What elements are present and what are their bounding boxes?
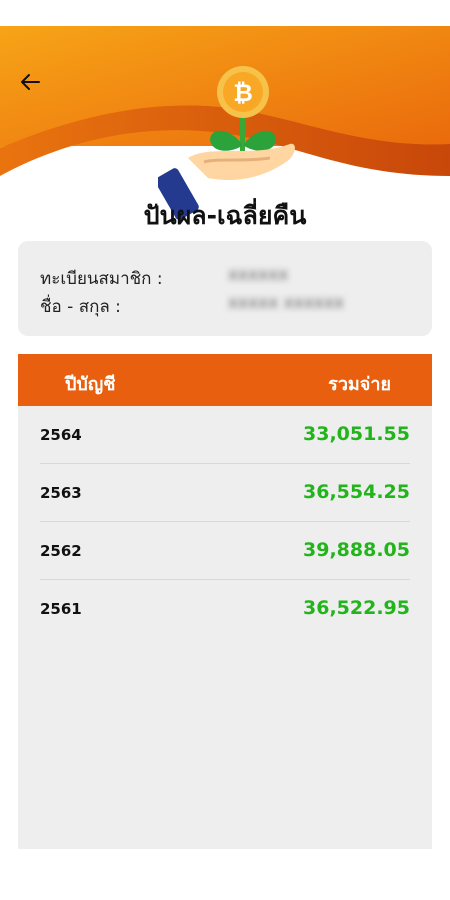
column-header-total: รวมจ่าย: [328, 374, 391, 395]
arrow-left-icon: [21, 74, 40, 90]
registration-value: xxxxxx: [228, 265, 289, 285]
row-year: 2561: [40, 600, 82, 618]
name-label: ชื่อ - สกุล :: [40, 297, 121, 317]
dividend-table: ปีบัญชี รวมจ่าย 2564 33,051.55 2563 36,5…: [18, 354, 432, 849]
table-header: ปีบัญชี รวมจ่าย: [18, 354, 432, 406]
page-title: ปันผล-เฉลี่ยคืน: [143, 201, 307, 230]
row-amount: 36,554.25: [303, 481, 410, 503]
table-row[interactable]: 2563 36,554.25: [40, 464, 410, 522]
table-row[interactable]: 2562 39,888.05: [40, 522, 410, 580]
header-banner: ₿: [0, 26, 450, 220]
row-year: 2564: [40, 426, 82, 444]
bitcoin-coin-icon: ₿: [217, 66, 269, 118]
name-value: xxxxx xxxxxx: [228, 293, 345, 313]
member-info-card: ทะเบียนสมาชิก : xxxxxx ชื่อ - สกุล : xxx…: [18, 241, 432, 336]
row-amount: 39,888.05: [303, 539, 410, 561]
table-row[interactable]: 2561 36,522.95: [40, 580, 410, 638]
row-amount: 33,051.55: [303, 423, 410, 445]
row-amount: 36,522.95: [303, 597, 410, 619]
svg-text:₿: ₿: [233, 79, 253, 107]
registration-label: ทะเบียนสมาชิก :: [40, 269, 163, 289]
back-button[interactable]: [14, 66, 46, 98]
table-row[interactable]: 2564 33,051.55: [40, 406, 410, 464]
row-year: 2562: [40, 542, 82, 560]
row-year: 2563: [40, 484, 82, 502]
column-header-year: ปีบัญชี: [65, 374, 116, 395]
